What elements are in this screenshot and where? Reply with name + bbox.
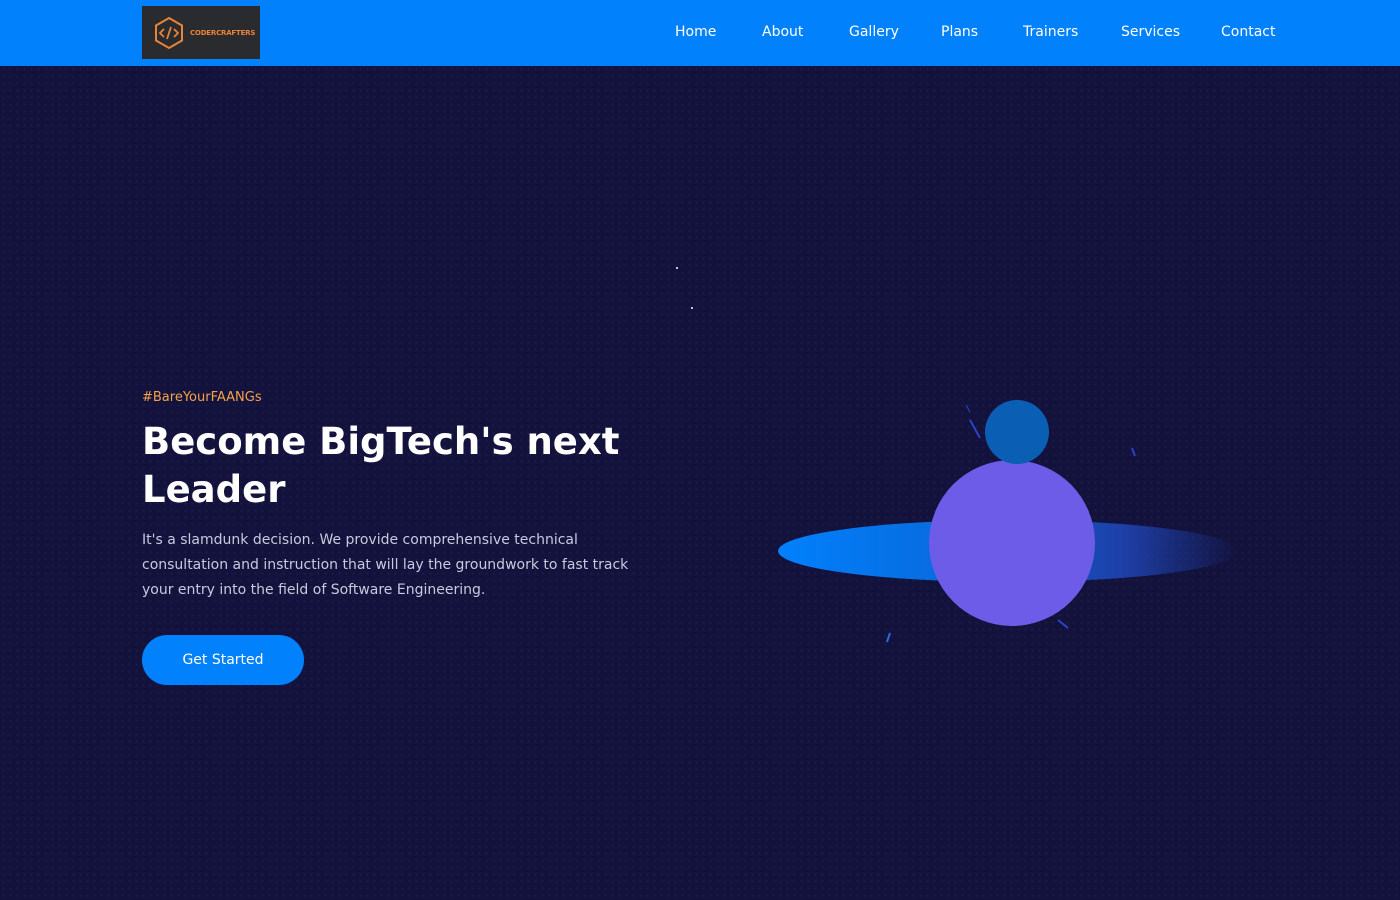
navbar: CODERCRAFTERS Home About Gallery Plans T… [0,0,1400,66]
hero-description: It's a slamdunk decision. We provide com… [142,532,629,598]
star-dot [691,307,693,309]
hero-headline: Become BigTech's next Leader [142,420,620,511]
hero-tagline: #BareYourFAANGs [142,390,262,405]
planet-body [929,460,1095,626]
nav-gallery[interactable]: Gallery [849,24,899,40]
planet-illustration [778,400,1238,643]
main-nav: Home About Gallery Plans Trainers Servic… [0,0,1400,66]
nav-plans[interactable]: Plans [941,24,978,40]
planet-moon [985,400,1049,464]
nav-contact[interactable]: Contact [1221,24,1275,40]
star-dot [676,267,678,269]
get-started-button[interactable]: Get Started [142,635,304,685]
nav-about[interactable]: About [762,24,803,40]
nav-home[interactable]: Home [675,24,716,40]
nav-trainers[interactable]: Trainers [1023,24,1078,40]
nav-services[interactable]: Services [1121,24,1180,40]
